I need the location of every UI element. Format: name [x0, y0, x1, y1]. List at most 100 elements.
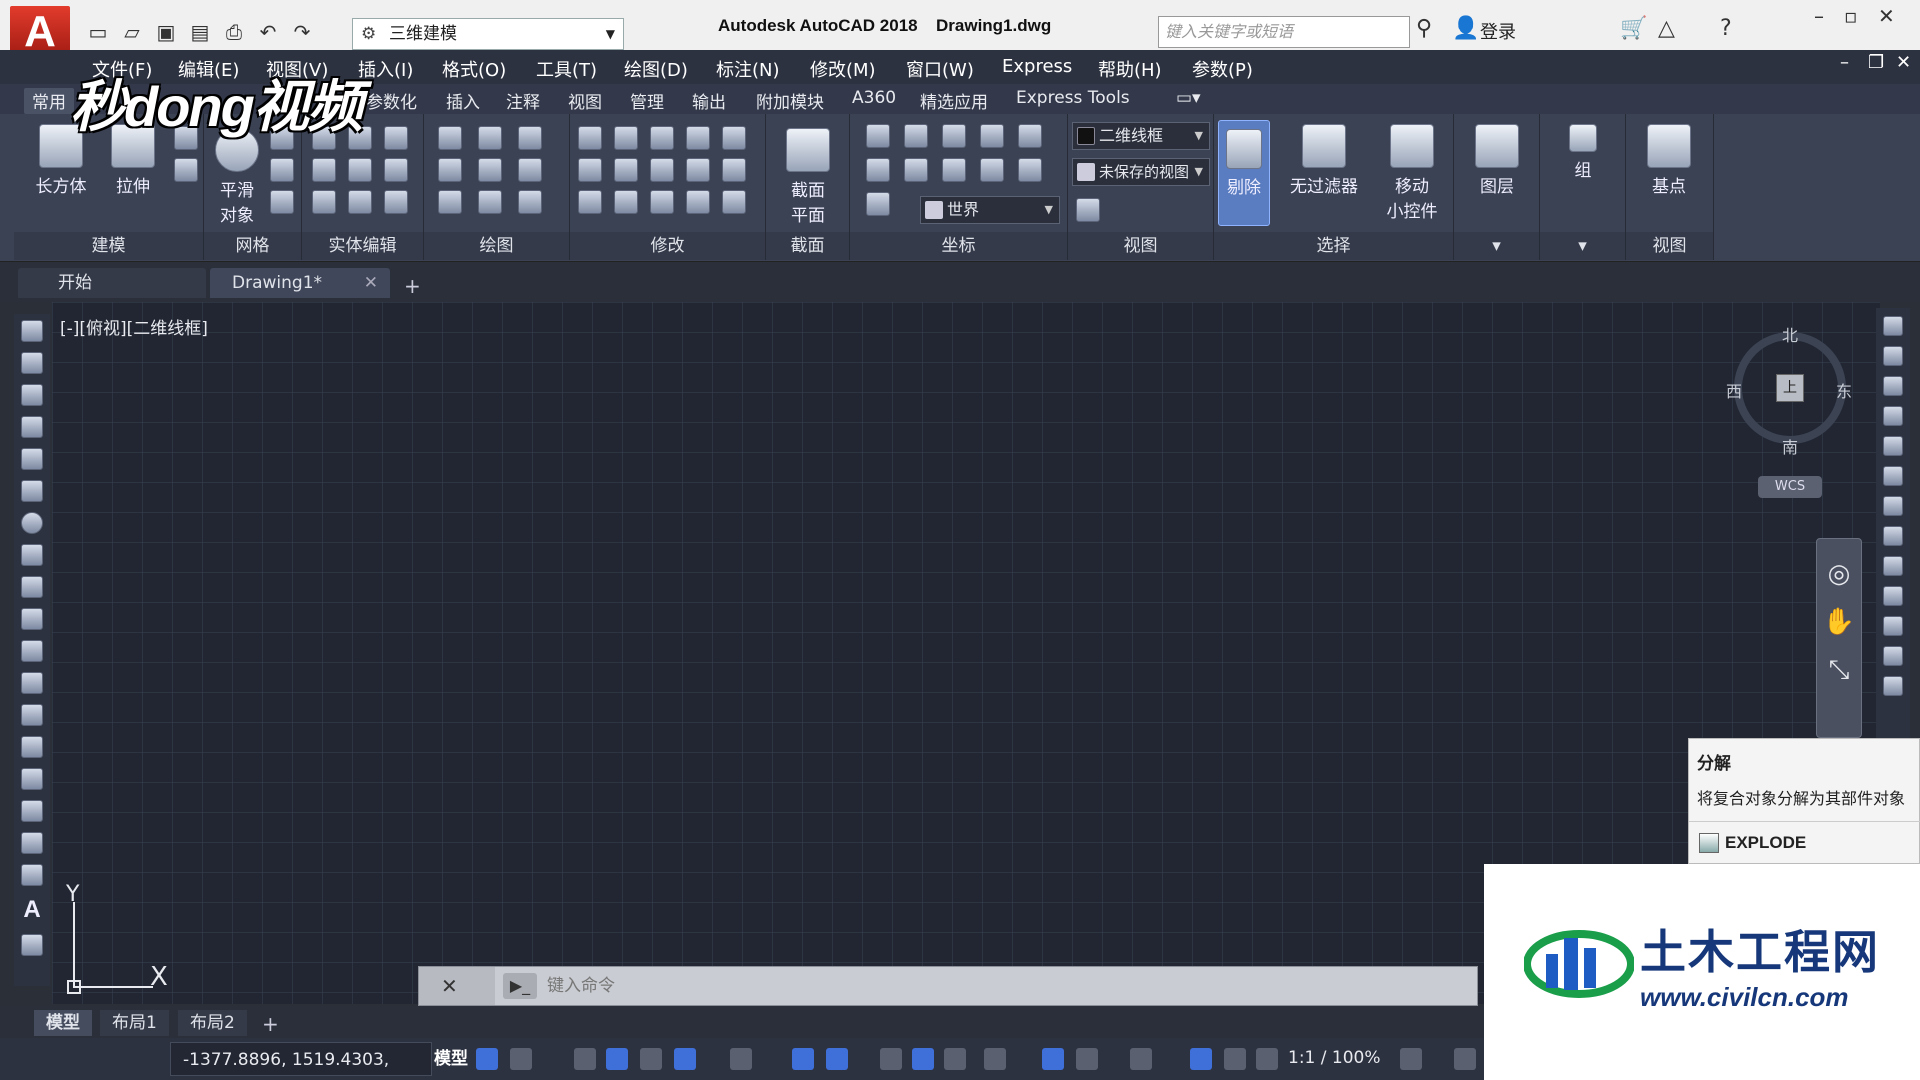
hatch-icon[interactable] [21, 768, 43, 790]
tab-parametric[interactable]: 参数化 [366, 88, 417, 113]
culling-button[interactable]: 剔除 [1218, 120, 1270, 226]
tab-insert[interactable]: 插入 [446, 88, 480, 113]
tab-start[interactable]: 开始 [18, 268, 206, 298]
ucs-object-icon[interactable] [1018, 158, 1042, 182]
3d-rotate-icon[interactable] [614, 158, 638, 182]
region-icon[interactable] [21, 832, 43, 854]
tab-manage[interactable]: 管理 [630, 88, 664, 113]
panel-title-groups[interactable]: ▾ [1540, 232, 1625, 260]
transparency-icon[interactable] [912, 1048, 934, 1070]
menu-insert[interactable]: 插入(I) [358, 56, 413, 82]
tab-layout1[interactable]: 布局1 [100, 1010, 169, 1036]
add-selected-icon[interactable] [21, 934, 43, 956]
coordinates-readout[interactable]: -1377.8896, 1519.4303, 0.0000 [170, 1042, 432, 1076]
viewport-icon[interactable] [1076, 198, 1100, 222]
tab-drawing1[interactable]: Drawing1* ✕ [210, 268, 390, 298]
arc-icon[interactable] [21, 480, 43, 502]
polar-tracking-icon[interactable] [674, 1048, 696, 1070]
compass-west[interactable]: 西 [1726, 378, 1742, 402]
menu-parametric[interactable]: 参数(P) [1192, 56, 1253, 82]
compass-north[interactable]: 北 [1782, 322, 1798, 346]
help-icon[interactable]: ? [1720, 16, 1732, 41]
mesh-icon-3[interactable] [270, 190, 294, 214]
viewcube[interactable]: 上 [1734, 332, 1846, 444]
dynamic-input-icon[interactable] [606, 1048, 628, 1070]
doc-close-icon[interactable]: ✕ [1896, 52, 1911, 73]
compass-east[interactable]: 东 [1836, 378, 1852, 402]
menu-modify[interactable]: 修改(M) [810, 56, 876, 82]
spline-icon[interactable] [21, 576, 43, 598]
new-tab-icon[interactable]: + [404, 274, 421, 298]
mesh-icon-2[interactable] [270, 158, 294, 182]
object-snap-tracking-icon[interactable] [792, 1048, 814, 1070]
array-icon[interactable] [1883, 436, 1903, 456]
close-icon[interactable]: ✕ [1878, 4, 1895, 28]
pan-icon[interactable]: ✋ [1823, 607, 1855, 637]
table-icon[interactable] [21, 864, 43, 886]
ucs-z-icon[interactable] [980, 124, 1004, 148]
visual-style-combo[interactable]: 二维线框 ▼ [1072, 122, 1210, 150]
slice-icon[interactable] [348, 158, 372, 182]
break-icon[interactable] [1883, 646, 1903, 666]
cart-icon[interactable]: 🛒 [1620, 16, 1647, 41]
polygon-icon[interactable] [21, 416, 43, 438]
presspull-icon[interactable] [174, 158, 198, 182]
ucs-x-icon[interactable] [904, 124, 928, 148]
3d-osnap-icon[interactable] [984, 1048, 1006, 1070]
mirror-icon[interactable] [1883, 376, 1903, 396]
save-as-icon[interactable]: ▤ [186, 18, 214, 46]
menu-help[interactable]: 帮助(H) [1098, 56, 1162, 82]
arc-icon[interactable] [518, 126, 542, 150]
undo-icon[interactable]: ↶ [254, 18, 282, 46]
polygon-icon[interactable] [438, 190, 462, 214]
panel-title-view[interactable]: 视图 [1068, 232, 1213, 260]
3d-align-icon[interactable] [614, 190, 638, 214]
redo-icon[interactable]: ↷ [288, 18, 316, 46]
chamfer-icon[interactable] [722, 158, 746, 182]
subtract-icon[interactable] [312, 158, 336, 182]
object-snap-icon[interactable] [826, 1048, 848, 1070]
scale-icon[interactable] [1883, 526, 1903, 546]
workspace-dropdown[interactable]: ⚙ 三维建模 ▼ [352, 18, 624, 50]
construction-line-icon[interactable] [21, 352, 43, 374]
ucs-origin-icon[interactable] [866, 158, 890, 182]
ellipse-arc-icon[interactable] [21, 640, 43, 662]
ucs-icon[interactable] [866, 124, 890, 148]
ucs-named-icon[interactable] [866, 192, 890, 216]
close-icon[interactable]: ✕ [441, 974, 458, 998]
rotate-icon[interactable] [650, 158, 674, 182]
trim-icon[interactable] [578, 126, 602, 150]
menu-tools[interactable]: 工具(T) [536, 56, 597, 82]
ellipse-icon[interactable] [518, 190, 542, 214]
array-icon[interactable] [722, 190, 746, 214]
intersect-icon[interactable] [312, 190, 336, 214]
ucs-view-icon[interactable] [980, 158, 1004, 182]
offset-icon[interactable] [686, 190, 710, 214]
join-icon[interactable] [1883, 676, 1903, 696]
multiline-text-icon[interactable]: A [23, 896, 40, 924]
move-icon[interactable] [650, 126, 674, 150]
polyline-icon[interactable] [21, 384, 43, 406]
layers-button[interactable]: 图层 [1466, 124, 1528, 197]
add-layout-icon[interactable]: + [262, 1012, 279, 1036]
copy-icon[interactable] [1883, 346, 1903, 366]
panel-title-modeling[interactable]: 建模 [14, 232, 203, 260]
erase-icon[interactable] [1883, 316, 1903, 336]
break-icon[interactable] [722, 126, 746, 150]
command-input[interactable]: 键入命令 [547, 967, 615, 1005]
a360-icon[interactable]: △ [1658, 16, 1675, 41]
copy-icon[interactable] [686, 126, 710, 150]
line-icon[interactable] [478, 126, 502, 150]
menu-express[interactable]: Express [1002, 56, 1072, 77]
panel-title-draw[interactable]: 绘图 [424, 232, 569, 260]
stretch-icon[interactable] [1883, 556, 1903, 576]
search-input[interactable]: 键入关键字或短语 [1158, 16, 1410, 48]
base-point-button[interactable]: 基点 [1638, 124, 1700, 197]
selection-cycling-icon[interactable] [944, 1048, 966, 1070]
panel-title-view-2[interactable]: 视图 [1626, 232, 1713, 260]
make-block-icon[interactable] [21, 704, 43, 726]
scale-icon[interactable] [650, 190, 674, 214]
minimize-icon[interactable]: – [1814, 4, 1824, 28]
menu-dimension[interactable]: 标注(N) [716, 56, 780, 82]
panel-title-selection[interactable]: 选择 [1214, 232, 1453, 260]
